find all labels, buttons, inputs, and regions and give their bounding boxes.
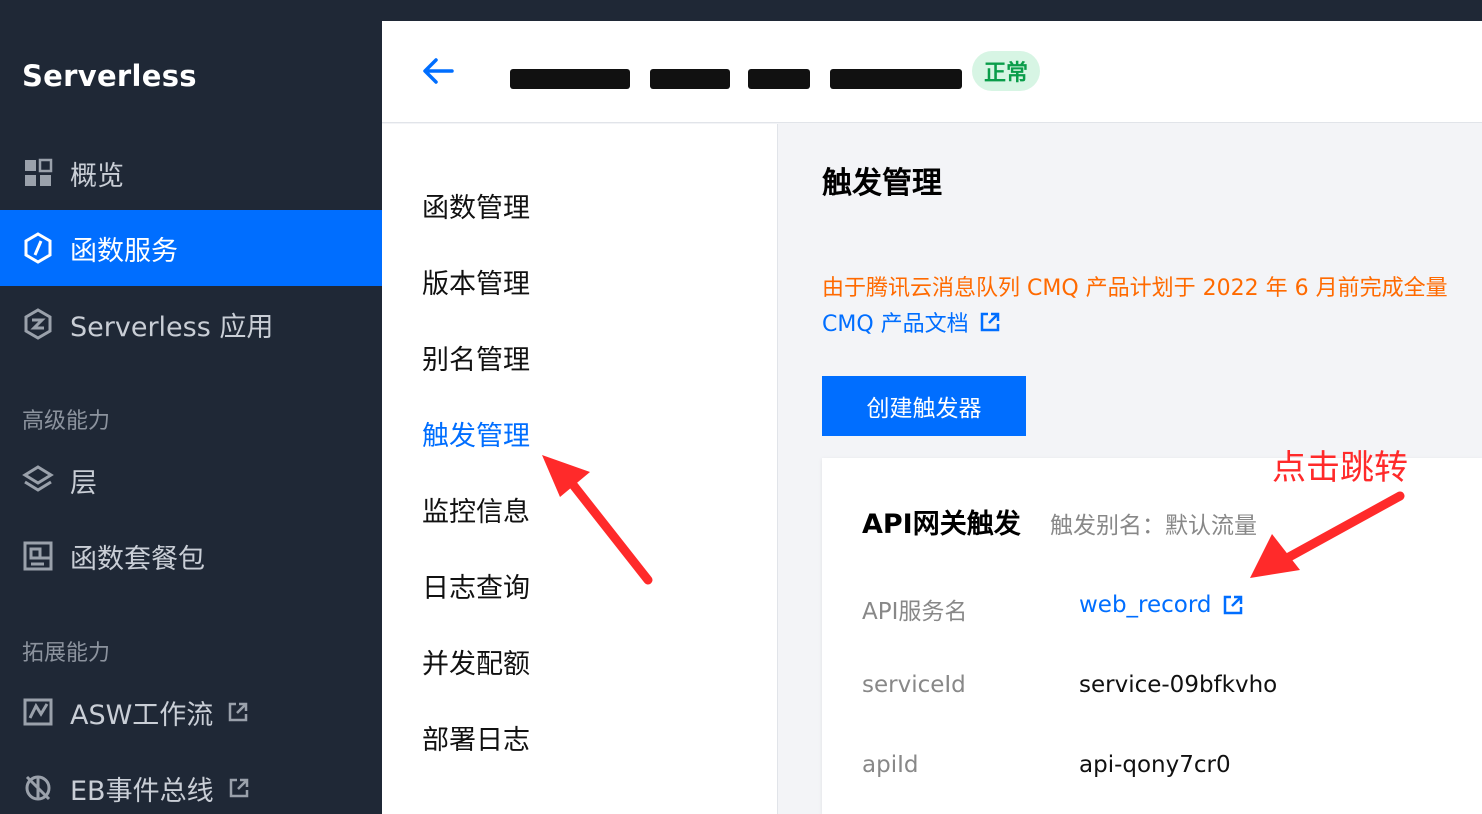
subnav-trigger-management[interactable]: 触发管理 [422,414,530,453]
eventbus-icon [22,772,54,804]
doc-link-label: CMQ 产品文档 [822,312,969,337]
trigger-type-title: API网关触发 [862,509,1021,540]
sidebar-item-label: ASW工作流 [70,699,214,731]
page-header: 正常 [382,21,1482,123]
subnav-log-query[interactable]: 日志查询 [422,566,530,605]
top-strip [0,0,1482,21]
subnav-version-management[interactable]: 版本管理 [422,262,530,301]
api-id-value: api-qony7cr0 [1079,752,1231,778]
external-link-icon [1222,594,1244,616]
sidebar-item-eventbus[interactable]: EB事件总线 [0,750,382,814]
api-id-label: apiId [862,752,919,778]
api-service-name-label: API服务名 [862,599,968,625]
sidebar-item-workflow[interactable]: ASW工作流 [0,674,382,750]
sidebar: Serverless 概览 函数服务 Serverless 应用 高级能力 层 [0,21,382,814]
api-service-name-value: web_record [1079,592,1212,618]
app-icon [22,308,54,340]
subnav-alias-management[interactable]: 别名管理 [422,338,530,377]
redacted-function-name [830,69,962,89]
function-icon [22,232,54,264]
grid-icon [22,157,54,189]
back-arrow-icon[interactable] [418,51,458,91]
sidebar-item-package[interactable]: 函数套餐包 [0,518,382,594]
section-extension: 拓展能力 [22,641,111,666]
sidebar-item-label: 函数套餐包 [70,543,205,575]
subnav-concurrency-quota[interactable]: 并发配额 [422,642,530,681]
layers-icon [22,464,54,496]
workflow-icon [22,696,54,728]
trigger-card: API网关触发 触发别名：默认流量 API服务名 web_record serv… [822,458,1482,814]
sidebar-item-overview[interactable]: 概览 [0,135,382,211]
redacted-function-name [510,69,630,89]
redacted-function-name [650,69,730,89]
cmq-doc-link[interactable]: CMQ 产品文档 [822,306,1001,338]
section-advanced: 高级能力 [22,409,111,434]
sidebar-item-label: Serverless 应用 [70,311,274,343]
external-link-icon [228,777,250,799]
brand-title: Serverless [22,59,197,93]
subnav-monitoring[interactable]: 监控信息 [422,490,530,529]
sidebar-item-label: EB事件总线 [70,775,214,807]
annotation-text: 点击跳转 [1272,448,1408,488]
sidebar-item-functions[interactable]: 函数服务 [0,210,382,286]
sidebar-item-layers[interactable]: 层 [0,442,382,518]
create-trigger-button[interactable]: 创建触发器 [822,376,1026,436]
subnav-deploy-log[interactable]: 部署日志 [422,718,530,757]
function-subnav: 函数管理 版本管理 别名管理 触发管理 监控信息 日志查询 并发配额 部署日志 [382,124,778,814]
subnav-function-management[interactable]: 函数管理 [422,186,530,225]
package-icon [22,540,54,572]
sidebar-item-label: 概览 [70,160,124,192]
service-id-value: service-09bfkvho [1079,672,1278,698]
api-service-name-link[interactable]: web_record [1079,592,1244,618]
sidebar-item-serverless-app[interactable]: Serverless 应用 [0,286,382,362]
trigger-alias: 触发别名：默认流量 [1050,513,1257,539]
external-link-icon [227,701,249,723]
service-id-label: serviceId [862,672,966,698]
cmq-notice: 由于腾讯云消息队列 CMQ 产品计划于 2022 年 6 月前完成全量 [822,276,1448,301]
external-link-icon [979,311,1001,333]
redacted-function-name [748,69,810,89]
page-title: 触发管理 [822,166,942,201]
sidebar-item-label: 函数服务 [70,235,178,267]
sidebar-item-label: 层 [70,467,97,499]
status-badge: 正常 [972,51,1040,91]
